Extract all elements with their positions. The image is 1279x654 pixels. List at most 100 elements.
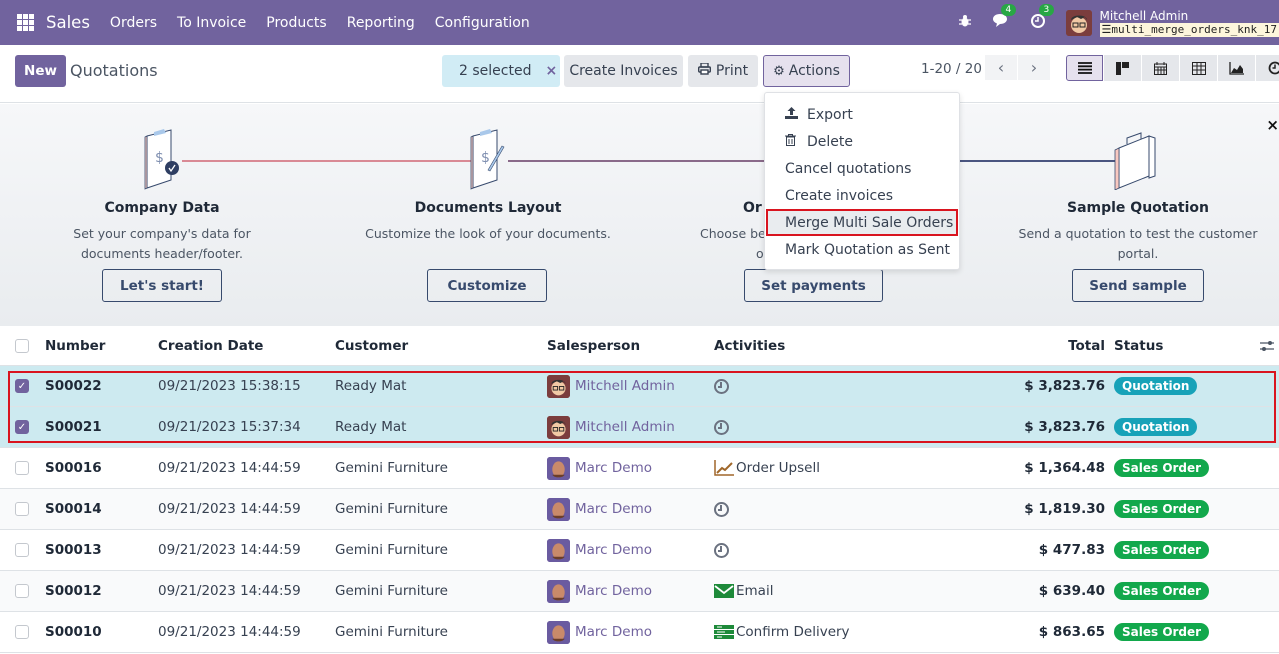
salesperson[interactable]: Marc Demo [547,571,652,611]
salesperson[interactable]: Marc Demo [547,448,652,488]
lets-start-button[interactable]: Let's start! [102,269,222,302]
create-invoices-button[interactable]: Create Invoices [564,55,683,87]
customize-button[interactable]: Customize [427,269,547,302]
salesperson[interactable]: Mitchell Admin [547,366,675,406]
activity-label[interactable]: Email [736,583,773,599]
table-row[interactable]: ✓ S00021 09/21/2023 15:37:34 Ready Mat Mitch… [0,407,1279,448]
table-row[interactable]: S00013 09/21/2023 14:44:59 Gemini Furnitur… [0,530,1279,571]
column-total[interactable]: Total [1068,326,1105,365]
database-icon: ☰ [1101,22,1112,36]
row-checkbox[interactable]: ✓ [15,420,29,434]
apps-grid-icon[interactable] [17,14,34,31]
salesperson[interactable]: Marc Demo [547,530,652,570]
order-total: $ 3,823.76 [1024,419,1105,435]
new-button[interactable]: New [15,55,66,87]
menu-configuration[interactable]: Configuration [435,15,530,31]
activity[interactable] [714,489,729,529]
row-checkbox[interactable] [15,461,29,475]
column-activities[interactable]: Activities [714,326,785,365]
action-cancel-quotations[interactable]: Cancel quotations [765,155,959,182]
app-name[interactable]: Sales [46,13,90,32]
clear-selection-button[interactable]: × [545,63,557,79]
list-view-button[interactable] [1066,55,1103,81]
clock-icon[interactable] [714,419,729,435]
activity[interactable] [714,530,729,570]
salesperson-name[interactable]: Mitchell Admin [575,378,675,394]
actions-button[interactable]: ⚙ Actions [763,55,850,87]
user-name[interactable]: Mitchell Admin [1100,9,1279,23]
chevron-right-icon: › [1030,58,1038,77]
status-badge: Sales Order [1114,459,1210,477]
salesperson-name[interactable]: Marc Demo [575,583,652,599]
bug-icon[interactable] [958,14,972,32]
salesperson-name[interactable]: Marc Demo [575,501,652,517]
column-status[interactable]: Status [1114,326,1163,365]
activity[interactable]: Email [714,571,773,611]
row-checkbox[interactable] [15,625,29,639]
kanban-view-button[interactable] [1104,55,1141,81]
select-all-checkbox[interactable] [15,338,29,353]
pager-value[interactable]: 1-20 / 20 [921,61,982,77]
chat-icon[interactable]: 4 [992,4,1017,32]
pager-next-button[interactable]: › [1018,55,1050,80]
pager-previous-button[interactable]: ‹ [985,55,1017,80]
row-checkbox[interactable]: ✓ [15,379,29,393]
upsell-chart-icon[interactable] [714,460,734,476]
set-payments-button[interactable]: Set payments [744,269,883,302]
column-number[interactable]: Number [45,326,105,365]
action-export[interactable]: Export [765,101,959,128]
action-delete[interactable]: Delete [765,128,959,155]
menu-products[interactable]: Products [266,15,326,31]
table-row[interactable]: ✓ S00022 09/21/2023 15:38:15 Ready Mat Mitch… [0,366,1279,407]
creation-date: 09/21/2023 14:44:59 [158,624,301,640]
user-avatar[interactable] [1065,9,1092,36]
clipboard-pen-icon: $ [470,129,505,190]
salesperson-name[interactable]: Marc Demo [575,624,652,640]
status-badge: Sales Order [1114,582,1210,600]
table-row[interactable]: S00012 09/21/2023 14:44:59 Gemini Furnitur… [0,571,1279,612]
action-mark-quotation-sent[interactable]: Mark Quotation as Sent [765,236,959,263]
salesperson-name[interactable]: Marc Demo [575,542,652,558]
table-row[interactable]: S00014 09/21/2023 14:44:59 Gemini Furnitur… [0,489,1279,530]
pivot-view-button[interactable] [1180,55,1217,81]
close-onboarding-button[interactable]: × [1266,116,1279,134]
step-title: Company Data [104,200,220,216]
activity[interactable]: Order Upsell [714,448,820,488]
clock-icon[interactable] [714,542,729,558]
menu-reporting[interactable]: Reporting [347,15,415,31]
column-customer[interactable]: Customer [335,326,408,365]
table-row[interactable]: S00016 09/21/2023 14:44:59 Gemini Furnitur… [0,448,1279,489]
menu-orders[interactable]: Orders [110,15,157,31]
column-salesperson[interactable]: Salesperson [547,326,640,365]
activity[interactable] [714,407,729,447]
activity[interactable] [714,366,729,406]
graph-view-button[interactable] [1218,55,1255,81]
activity-view-button[interactable] [1256,55,1279,81]
print-button[interactable]: Print [688,55,758,87]
salesperson[interactable]: Marc Demo [547,489,652,529]
salesperson-name[interactable]: Mitchell Admin [575,419,675,435]
menu-to-invoice[interactable]: To Invoice [177,15,246,31]
action-merge-multi-sale-orders[interactable]: Merge Multi Sale Orders [766,209,958,236]
clock-icon[interactable] [714,501,729,517]
delivery-icon[interactable] [714,625,734,639]
optional-columns-toggle[interactable] [1260,326,1274,365]
envelope-icon[interactable] [714,584,734,598]
row-checkbox[interactable] [15,543,29,557]
salesperson[interactable]: Mitchell Admin [547,407,675,447]
salesperson[interactable]: Marc Demo [547,612,652,652]
activity-clock-icon[interactable]: 3 [1030,3,1055,33]
activity-label[interactable]: Order Upsell [736,460,820,476]
table-row[interactable]: S00010 09/21/2023 14:44:59 Gemini Furnitur… [0,612,1279,653]
action-create-invoices[interactable]: Create invoices [765,182,959,209]
column-creation-date[interactable]: Creation Date [158,326,263,365]
row-checkbox[interactable] [15,584,29,598]
clock-icon[interactable] [714,378,729,394]
row-checkbox[interactable] [15,502,29,516]
activity[interactable]: Confirm Delivery [714,612,850,652]
calendar-view-button[interactable] [1142,55,1179,81]
activity-label[interactable]: Confirm Delivery [736,624,850,640]
salesperson-name[interactable]: Marc Demo [575,460,652,476]
send-sample-button[interactable]: Send sample [1072,269,1204,302]
svg-text:$: $ [155,150,164,166]
